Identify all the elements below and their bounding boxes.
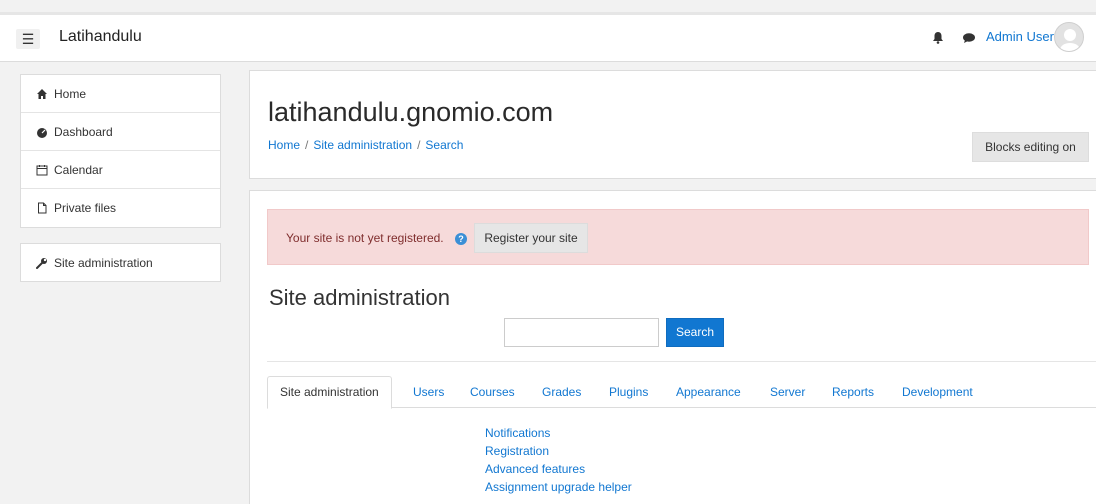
top-navbar: ☰ Latihandulu Admin User [0, 12, 1096, 62]
chat-icon[interactable] [962, 32, 976, 44]
main-content: Your site is not yet registered. ? Regis… [249, 190, 1096, 504]
sidebar-item-label: Home [54, 86, 87, 101]
register-site-button[interactable]: Register your site [474, 223, 588, 253]
breadcrumb-search[interactable]: Search [425, 138, 463, 152]
tab-courses[interactable]: Courses [470, 376, 515, 408]
alert-text: Your site is not yet registered. [286, 231, 444, 245]
home-icon [37, 88, 47, 99]
tab-development[interactable]: Development [902, 376, 973, 408]
tab-site-administration[interactable]: Site administration [267, 376, 392, 409]
breadcrumb-separator: / [305, 138, 309, 152]
divider [267, 361, 1096, 362]
section-title: Site administration [269, 285, 450, 310]
bell-icon[interactable] [931, 31, 945, 45]
sidebar-item-label: Private files [54, 201, 117, 215]
link-notifications[interactable]: Notifications [485, 424, 632, 442]
wrench-icon [36, 258, 47, 269]
sidebar-item-label: Site administration [54, 256, 153, 270]
link-assignment-upgrade-helper[interactable]: Assignment upgrade helper [485, 478, 632, 496]
link-registration[interactable]: Registration [485, 442, 632, 460]
page-title: latihandulu.gnomio.com [268, 97, 554, 127]
breadcrumb-home[interactable]: Home [268, 138, 300, 152]
breadcrumb-site-administration[interactable]: Site administration [313, 138, 412, 152]
user-avatar[interactable] [1054, 22, 1084, 52]
sidebar-nav: Home Dashboard Calendar Private files [20, 74, 221, 228]
tab-plugins[interactable]: Plugins [609, 376, 648, 408]
user-menu-name[interactable]: Admin User [986, 29, 1054, 44]
dashboard-icon [37, 127, 47, 138]
sidebar-item-label: Calendar [54, 162, 103, 177]
tab-grades[interactable]: Grades [542, 376, 581, 408]
admin-links: Notifications Registration Advanced feat… [485, 424, 632, 496]
tab-reports[interactable]: Reports [832, 376, 874, 408]
search-button[interactable]: Search [666, 318, 724, 347]
registration-alert: Your site is not yet registered. ? Regis… [267, 209, 1089, 265]
sidebar-admin: Site administration [20, 243, 221, 282]
breadcrumb: Home / Site administration / Search [268, 138, 463, 152]
calendar-icon [36, 164, 48, 175]
help-icon[interactable]: ? [455, 233, 467, 245]
file-icon [38, 202, 47, 214]
tab-appearance[interactable]: Appearance [676, 376, 741, 408]
sidebar-item-private-files[interactable]: Private files [21, 189, 220, 227]
blocks-editing-button[interactable]: Blocks editing on [972, 132, 1089, 162]
admin-search-input[interactable] [504, 318, 659, 347]
sidebar-item-site-administration[interactable]: Site administration [21, 244, 220, 282]
sidebar-item-calendar[interactable]: Calendar [21, 151, 220, 189]
sidebar-item-home[interactable]: Home [21, 75, 220, 113]
page-header: latihandulu.gnomio.com Home / Site adminis… [249, 70, 1096, 179]
site-name[interactable]: Latihandulu [59, 28, 142, 46]
sidebar-item-label: Dashboard [54, 124, 113, 139]
link-advanced-features[interactable]: Advanced features [485, 460, 632, 478]
breadcrumb-separator: / [417, 138, 421, 152]
tab-server[interactable]: Server [770, 376, 805, 408]
sidebar-item-dashboard[interactable]: Dashboard [21, 113, 220, 151]
menu-icon[interactable]: ☰ [16, 29, 40, 49]
admin-tabs: Site administration Users Courses Grades… [267, 376, 1096, 409]
tab-users[interactable]: Users [413, 376, 444, 408]
